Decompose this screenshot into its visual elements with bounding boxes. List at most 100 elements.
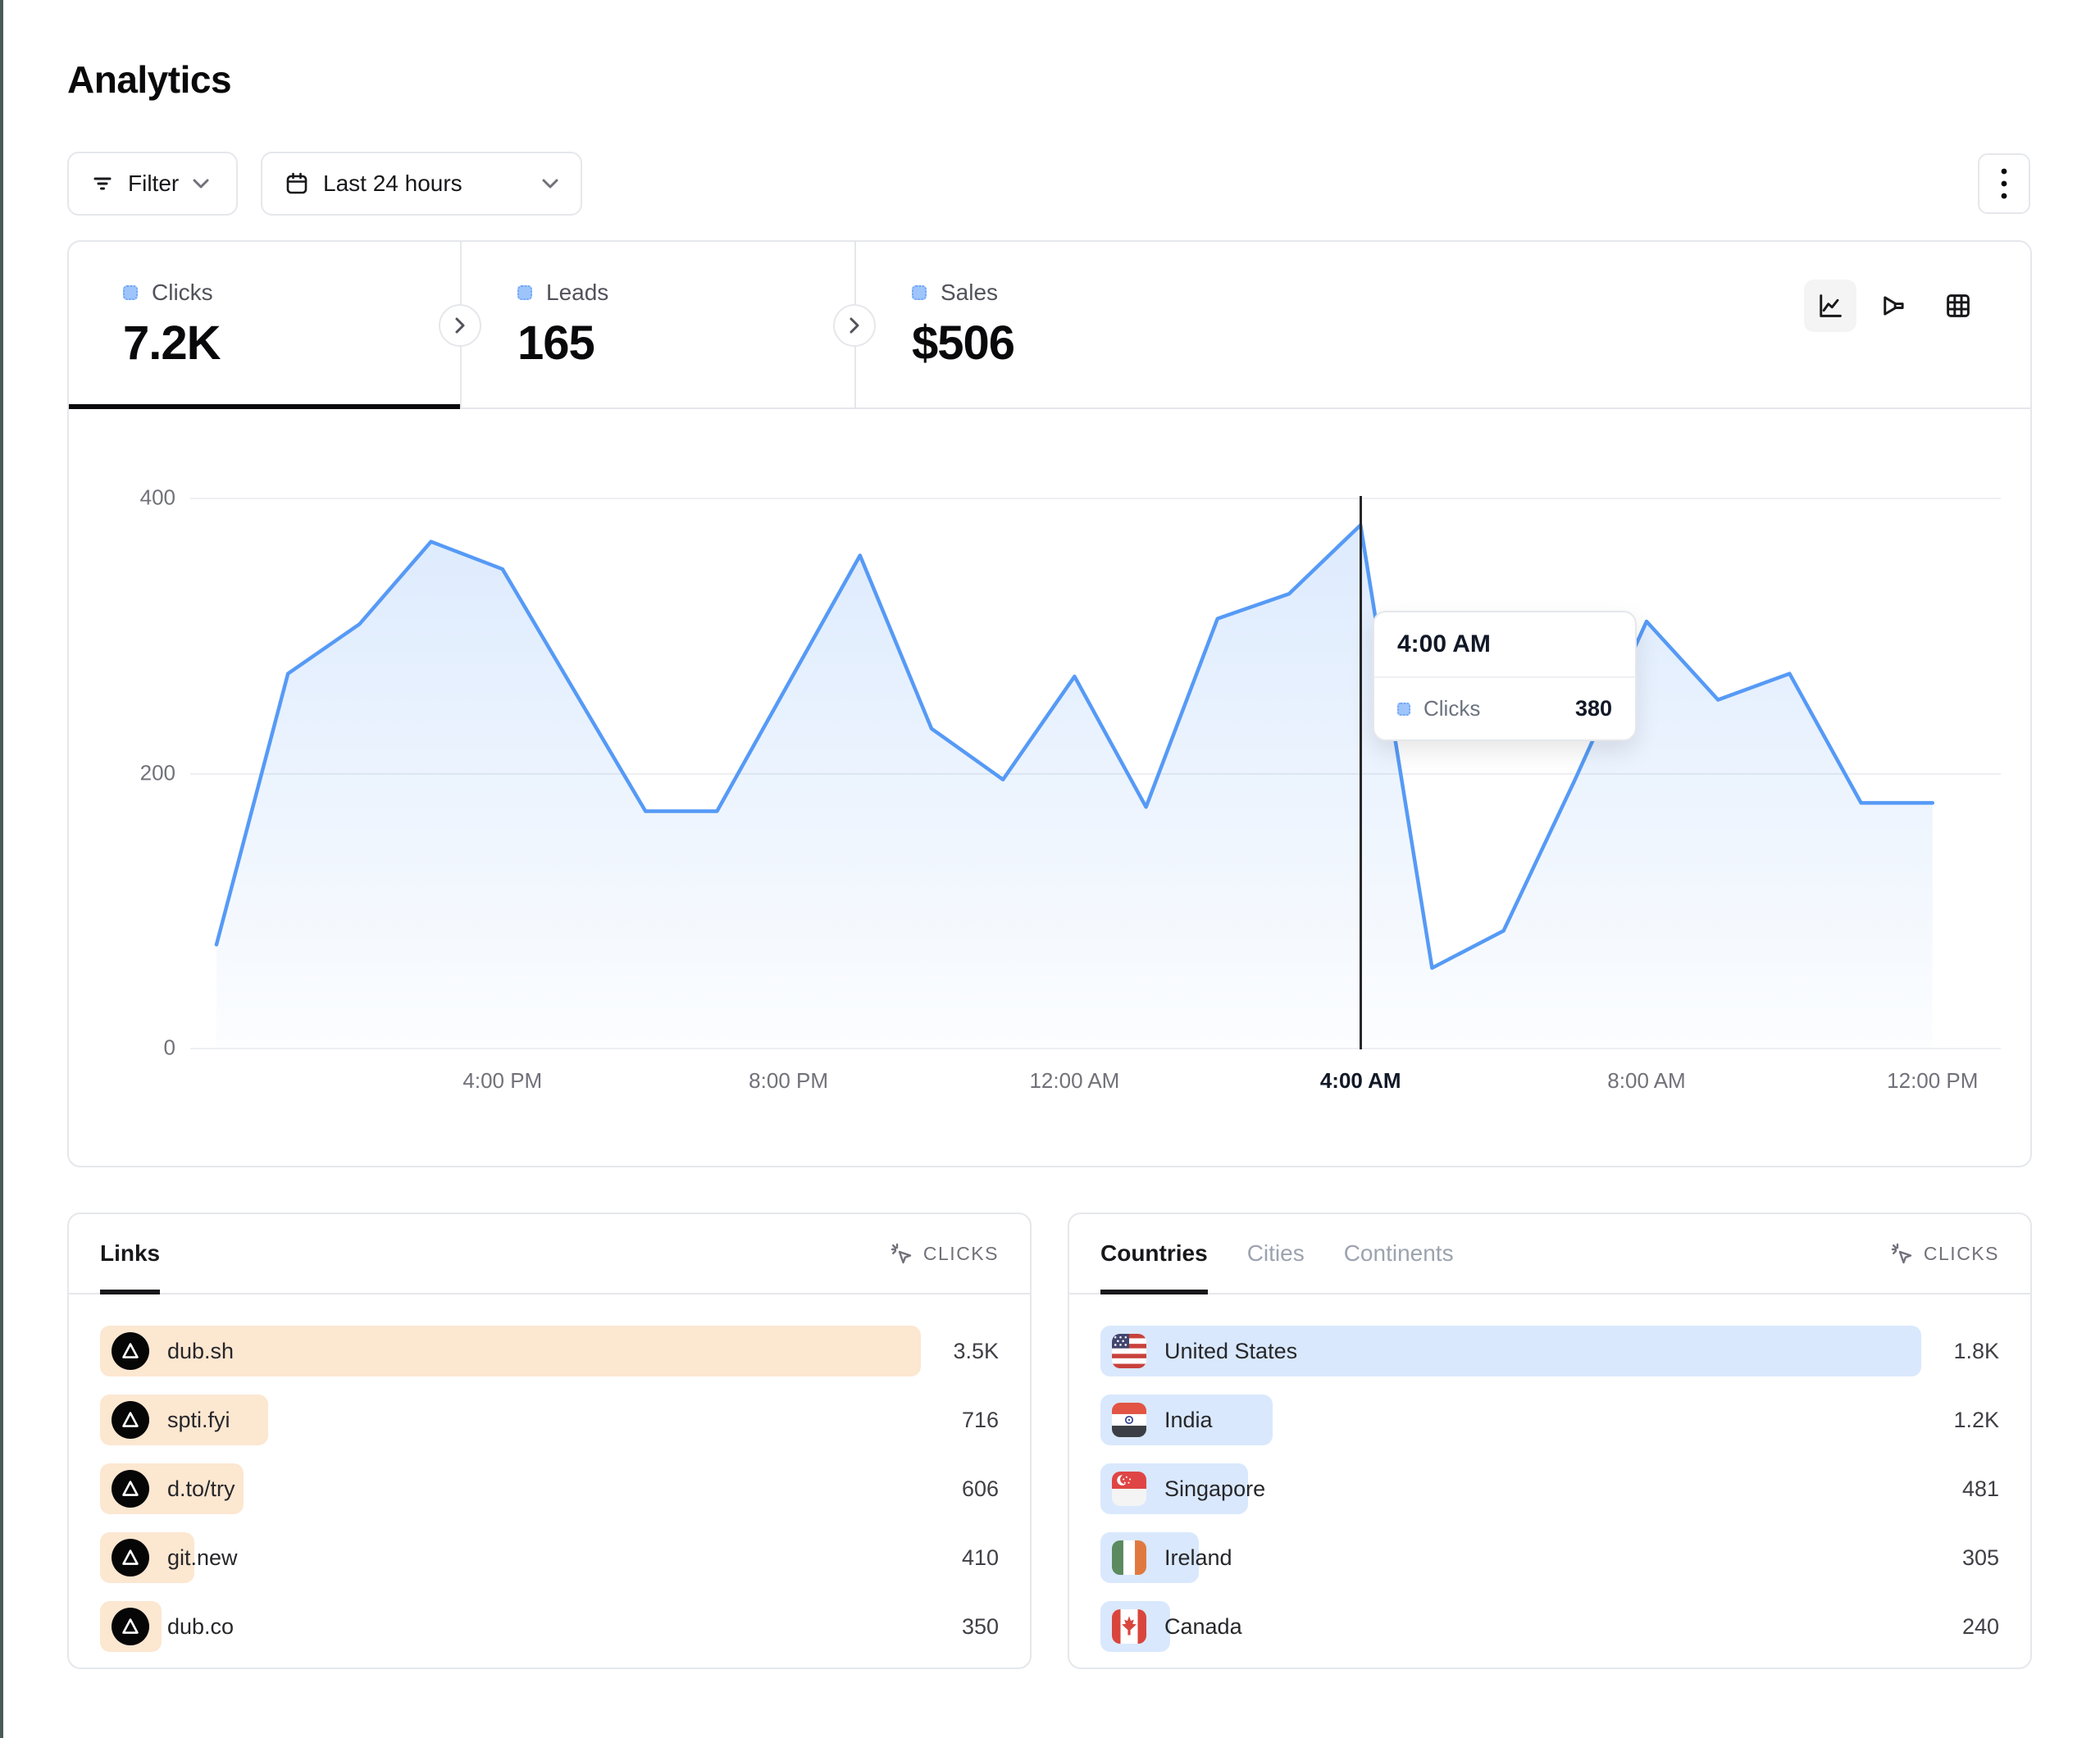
chart-crosshair — [1360, 496, 1362, 1049]
list-item-label: Singapore — [1164, 1476, 1265, 1502]
chevron-right-icon — [454, 316, 466, 334]
links-panel: Links CLICKS dub.sh 3.5K spti.fyi 716 — [67, 1213, 1032, 1669]
stat-label: Leads — [546, 280, 608, 306]
dub-logo-icon — [112, 1332, 149, 1370]
cursor-click-icon — [1889, 1241, 1914, 1266]
tooltip-time: 4:00 AM — [1374, 612, 1635, 678]
filter-icon — [90, 171, 115, 196]
expand-leads-button[interactable] — [833, 304, 876, 347]
clicks-area-chart[interactable]: 0200400 4:00 PM8:00 PM12:00 AM4:00 AM8:0… — [69, 409, 2030, 1166]
x-axis-tick-label: 8:00 AM — [1607, 1068, 1685, 1094]
date-range-button[interactable]: Last 24 hours — [261, 152, 582, 216]
list-item[interactable]: git.new 410 — [100, 1532, 999, 1583]
list-item[interactable]: Singapore 481 — [1100, 1463, 1999, 1514]
x-axis-tick-label: 12:00 PM — [1887, 1068, 1978, 1094]
line-chart-toggle[interactable] — [1804, 280, 1856, 332]
list-item-label: dub.sh — [167, 1339, 234, 1364]
list-item-value: 716 — [962, 1408, 999, 1433]
flag-ca-icon — [1112, 1609, 1146, 1644]
chart-tooltip: 4:00 AM Clicks 380 — [1373, 611, 1637, 741]
tab-cities[interactable]: Cities — [1247, 1214, 1305, 1293]
chart-canvas — [69, 409, 2030, 1166]
list-item-label: git.new — [167, 1545, 238, 1571]
list-item[interactable]: spti.fyi 716 — [100, 1394, 999, 1445]
metric-label: CLICKS — [1924, 1243, 1999, 1265]
expand-clicks-button[interactable] — [439, 304, 481, 347]
list-item-label: spti.fyi — [167, 1408, 230, 1433]
tab-label: Cities — [1247, 1240, 1305, 1267]
dub-logo-icon — [112, 1539, 149, 1576]
list-item[interactable]: Canada 240 — [1100, 1601, 1999, 1652]
chevron-down-icon — [192, 178, 210, 189]
list-item-value: 606 — [962, 1476, 999, 1502]
flag-in-icon — [1112, 1403, 1146, 1437]
list-item-label: United States — [1164, 1339, 1297, 1364]
table-view-toggle[interactable] — [1932, 280, 1984, 332]
tab-label: Continents — [1344, 1240, 1454, 1267]
funnel-chart-icon — [1879, 291, 1909, 321]
links-metric-selector[interactable]: CLICKS — [889, 1241, 999, 1266]
x-axis-tick-label: 4:00 AM — [1320, 1068, 1401, 1094]
filter-button-label: Filter — [128, 171, 179, 197]
dub-logo-icon — [112, 1401, 149, 1439]
chevron-right-icon — [849, 316, 860, 334]
analytics-card: Clicks 7.2K Leads 165 Sales $506 — [67, 240, 2032, 1167]
tab-countries[interactable]: Countries — [1100, 1214, 1208, 1293]
list-item[interactable]: dub.co 350 — [100, 1601, 999, 1652]
left-edge-divider — [0, 0, 3, 1738]
flag-ie-icon — [1112, 1540, 1146, 1575]
list-item[interactable]: d.to/try 606 — [100, 1463, 999, 1514]
list-item[interactable]: India 1.2K — [1100, 1394, 1999, 1445]
list-item[interactable]: Ireland 305 — [1100, 1532, 1999, 1583]
x-axis-tick-label: 12:00 AM — [1029, 1068, 1119, 1094]
metric-label: CLICKS — [923, 1243, 999, 1265]
stat-label: Sales — [941, 280, 998, 306]
list-item-value: 350 — [962, 1614, 999, 1640]
list-item-value: 410 — [962, 1545, 999, 1571]
list-item-value: 1.8K — [1953, 1339, 1999, 1364]
list-item[interactable]: United States 1.8K — [1100, 1326, 1999, 1376]
active-tab-underline — [69, 404, 460, 409]
chevron-down-icon — [541, 178, 559, 189]
list-item-value: 1.2K — [1953, 1408, 1999, 1433]
clicks-legend-swatch — [1397, 703, 1410, 716]
list-item-label: d.to/try — [167, 1476, 235, 1502]
funnel-chart-toggle[interactable] — [1868, 280, 1920, 332]
flag-us-icon — [1112, 1334, 1146, 1368]
list-item[interactable]: dub.sh 3.5K — [100, 1326, 999, 1376]
line-chart-icon — [1815, 291, 1845, 321]
flag-sg-icon — [1112, 1472, 1146, 1506]
more-options-button[interactable] — [1978, 153, 2030, 214]
tab-links[interactable]: Links — [100, 1214, 160, 1293]
list-item-value: 481 — [1962, 1476, 1999, 1502]
sales-legend-swatch — [912, 285, 927, 300]
clicks-legend-swatch — [123, 285, 138, 300]
tab-clicks[interactable]: Clicks 7.2K — [69, 242, 460, 407]
tab-leads[interactable]: Leads 165 — [460, 242, 854, 407]
chart-area-fill — [216, 525, 1933, 1049]
countries-panel: Countries Cities Continents CLICKS Unite… — [1068, 1213, 2032, 1669]
list-item-value: 3.5K — [953, 1339, 999, 1364]
tab-label: Links — [100, 1240, 160, 1267]
countries-metric-selector[interactable]: CLICKS — [1889, 1241, 1999, 1266]
dub-logo-icon — [112, 1608, 149, 1645]
list-item-value: 240 — [1962, 1614, 1999, 1640]
list-item-label: India — [1164, 1408, 1213, 1433]
stat-value: 165 — [517, 316, 854, 371]
dub-logo-icon — [112, 1470, 149, 1508]
page-title: Analytics — [67, 57, 231, 102]
cursor-click-icon — [889, 1241, 913, 1266]
filter-button[interactable]: Filter — [67, 152, 238, 216]
list-item-label: Ireland — [1164, 1545, 1232, 1571]
list-item-label: dub.co — [167, 1614, 234, 1640]
tab-continents[interactable]: Continents — [1344, 1214, 1454, 1293]
date-range-label: Last 24 hours — [323, 171, 462, 197]
tooltip-value: 380 — [1575, 696, 1612, 721]
stat-value: 7.2K — [123, 316, 460, 371]
chart-type-toggles — [1804, 280, 1984, 332]
x-axis-tick-label: 4:00 PM — [462, 1068, 542, 1094]
table-icon — [1943, 291, 1973, 321]
list-item-value: 305 — [1962, 1545, 1999, 1571]
x-axis-tick-label: 8:00 PM — [749, 1068, 828, 1094]
stat-tabs-row: Clicks 7.2K Leads 165 Sales $506 — [69, 242, 2030, 409]
